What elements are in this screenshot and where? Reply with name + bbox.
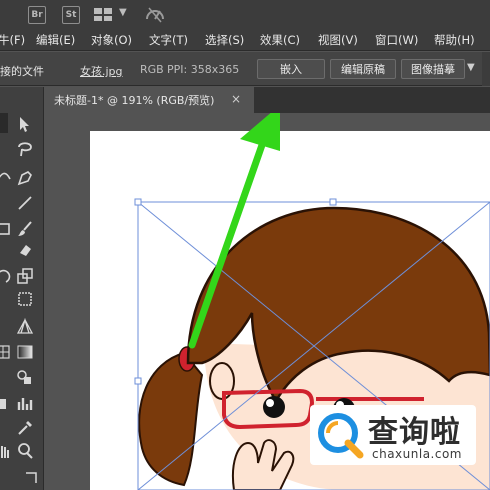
pigtail-left [138,351,204,487]
swap-colors-icon[interactable] [22,469,40,487]
edit-original-button[interactable]: 编辑原稿 [330,59,396,79]
chevron-down-icon[interactable]: ▼ [119,7,127,18]
partial-tool-icon[interactable] [0,115,10,133]
color-mode-text: RGB [140,63,164,76]
eye [263,396,285,418]
arrange-documents-icon[interactable] [94,8,112,21]
watermark-text: 查询啦 [368,415,461,450]
linked-file-label[interactable]: 接的文件 [0,63,44,79]
close-icon[interactable]: × [231,92,241,106]
mesh-tool-icon[interactable] [0,343,12,361]
bridge-label: Br [31,10,43,20]
rotate-tool-icon[interactable] [0,267,12,285]
bridge-icon[interactable]: Br [28,6,46,24]
gpu-performance-icon[interactable] [144,4,166,24]
search-logo-icon [318,413,364,459]
blend-tool-icon[interactable] [16,368,34,386]
eye-highlight [266,399,274,407]
menu-type[interactable]: 文字(T) [149,32,188,48]
free-transform-tool-icon[interactable] [16,290,34,308]
zoom-tool-icon[interactable] [16,442,34,460]
menu-select[interactable]: 选择(S) [205,32,244,48]
lasso-tool-icon[interactable] [16,140,34,158]
menu-object[interactable]: 对象(O) [91,32,132,48]
stock-label: St [65,10,77,20]
menu-effect[interactable]: 效果(C) [260,32,300,48]
control-bar-edge [482,52,490,86]
menu-edit[interactable]: 编辑(E) [36,32,75,48]
watermark-url: chaxunla.com [372,447,462,461]
rectangle-tool-icon[interactable] [0,220,12,238]
selection-tool-icon[interactable] [16,115,34,133]
stock-icon[interactable]: St [62,6,80,24]
curvature-tool-icon[interactable] [0,169,12,187]
eraser-tool-icon[interactable] [16,241,34,259]
line-tool-icon[interactable] [16,194,34,212]
watermark-logo: 查询啦 chaxunla.com [310,405,476,465]
document-tab-strip: 未标题-1* @ 191% (RGB/预览) × [44,87,490,113]
gradient-tool-icon[interactable] [16,343,34,361]
document-tab[interactable]: 未标题-1* @ 191% (RGB/预览) × [44,87,254,113]
scale-tool-icon[interactable] [16,267,34,285]
menu-bar: 牛(F) 编辑(E) 对象(O) 文字(T) 选择(S) 效果(C) 视图(V)… [0,29,490,51]
perspective-grid-icon[interactable] [16,317,34,335]
menu-file[interactable]: 牛(F) [0,32,25,48]
paintbrush-tool-icon[interactable] [16,220,34,238]
column-graph-icon[interactable] [16,394,34,412]
eyedropper-tool-icon[interactable] [16,419,34,437]
tools-panel [0,87,44,490]
embed-button[interactable]: 嵌入 [257,59,325,79]
document-tab-title: 未标题-1* @ 191% (RGB/预览) [54,94,215,107]
image-trace-button[interactable]: 图像描摹 [401,59,465,79]
menu-window[interactable]: 窗口(W) [375,32,418,48]
menu-view[interactable]: 视图(V) [318,32,358,48]
control-bar: 接的文件 女孩.jpg RGB PPI: 358x365 嵌入 编辑原稿 图像描… [0,52,490,86]
symbol-sprayer-icon[interactable] [0,394,12,412]
hand-tool-icon[interactable] [0,442,12,460]
menu-help[interactable]: 帮助(H) [434,32,475,48]
application-bar: Br St ▼ [0,0,490,29]
image-trace-chevron-icon[interactable]: ▼ [467,62,475,73]
linked-file-name[interactable]: 女孩.jpg [80,63,123,79]
ppi-text: PPI: 358x365 [167,63,240,76]
pen-tool-icon[interactable] [16,169,34,187]
